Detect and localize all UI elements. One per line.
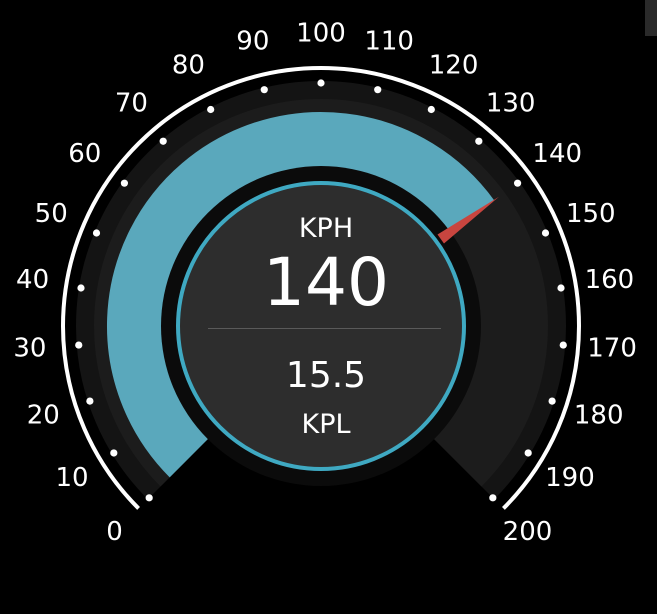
center-readout: KPH 140 15.5 KPL (183, 195, 469, 465)
tick-label-120: 120 (429, 50, 479, 80)
tick-label-60: 60 (68, 139, 101, 169)
tick-label-150: 150 (566, 199, 616, 229)
tick-dot (317, 79, 325, 87)
tick-label-130: 130 (486, 88, 536, 118)
tick-dot (557, 284, 565, 292)
tick-dot (92, 229, 101, 237)
corner-mark (645, 0, 657, 36)
tick-dot (86, 397, 94, 405)
tick-dot (489, 494, 497, 502)
tick-label-30: 30 (13, 333, 46, 363)
tick-label-170: 170 (587, 333, 637, 363)
tick-label-50: 50 (35, 199, 68, 229)
tick-dot (260, 86, 268, 94)
speed-unit-label: KPH (298, 213, 354, 244)
tick-label-10: 10 (55, 463, 88, 493)
tick-dot (159, 137, 167, 145)
tick-label-0: 0 (106, 517, 123, 547)
tick-label-40: 40 (16, 265, 49, 295)
tick-label-100: 100 (296, 19, 346, 49)
tick-dot (524, 449, 532, 457)
tick-dot (475, 137, 483, 145)
tick-dot (548, 397, 556, 405)
tick-label-180: 180 (574, 401, 624, 431)
tick-label-80: 80 (172, 50, 205, 80)
tick-label-160: 160 (585, 265, 635, 295)
tick-dot (110, 449, 118, 457)
tick-dot (427, 105, 435, 114)
tick-label-190: 190 (545, 463, 595, 493)
readout-divider (208, 328, 441, 329)
tick-label-90: 90 (236, 27, 269, 57)
fuel-economy-unit-label: KPL (301, 409, 351, 440)
tick-label-70: 70 (115, 88, 148, 118)
tick-dot (207, 105, 215, 114)
tick-dot (120, 179, 129, 187)
tick-dot (541, 229, 550, 237)
tick-label-110: 110 (364, 27, 414, 57)
tick-dot (513, 179, 522, 187)
tick-label-20: 20 (27, 401, 60, 431)
tick-dot (145, 494, 153, 502)
tick-dot (559, 341, 567, 349)
tick-dot (374, 86, 382, 94)
fuel-economy-value: 15.5 (285, 355, 367, 396)
tick-dot (75, 341, 83, 349)
tick-dot (77, 284, 85, 292)
speed-value: 140 (263, 244, 389, 321)
tick-label-200: 200 (503, 517, 553, 547)
tick-label-140: 140 (532, 139, 582, 169)
